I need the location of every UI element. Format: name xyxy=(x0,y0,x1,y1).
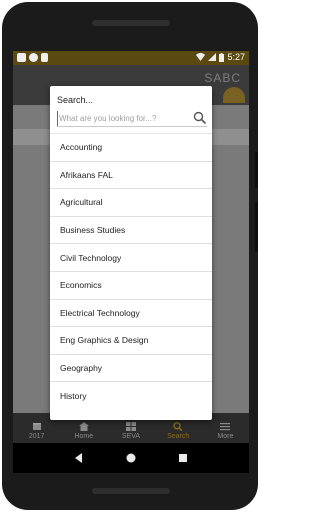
search-icon xyxy=(173,422,183,431)
search-icon[interactable] xyxy=(193,111,207,125)
search-input[interactable] xyxy=(57,111,187,126)
signal-icon xyxy=(208,53,217,61)
home-circle-icon[interactable] xyxy=(126,453,136,463)
notification-icons xyxy=(17,53,48,62)
screen: 5:27 SABC 2017 Home SEVA Search More Sea… xyxy=(13,51,249,473)
home-icon xyxy=(78,422,89,431)
search-row xyxy=(57,111,207,127)
grid-icon xyxy=(126,422,136,431)
back-icon[interactable] xyxy=(74,453,84,463)
wifi-icon xyxy=(196,53,206,61)
phone-frame: 5:27 SABC 2017 Home SEVA Search More Sea… xyxy=(2,2,258,510)
list-item-accounting[interactable]: Accounting xyxy=(50,133,212,161)
recents-icon[interactable] xyxy=(178,453,188,463)
sd-card-icon xyxy=(41,53,48,62)
status-indicators: 5:27 xyxy=(196,52,245,62)
clock: 5:27 xyxy=(227,52,245,62)
nav-label: Home xyxy=(74,433,94,440)
nav-label: Search xyxy=(167,433,190,440)
search-dialog: Search... Accounting Afrikaans FAL Agric… xyxy=(50,86,212,420)
power-button xyxy=(255,202,258,252)
list-item-agricultural[interactable]: Agricultural xyxy=(50,188,212,216)
menu-icon xyxy=(220,423,231,431)
volume-button xyxy=(255,152,258,188)
battery-icon xyxy=(219,52,225,62)
speaker-bottom xyxy=(92,488,170,494)
list-item-geography[interactable]: Geography xyxy=(50,353,212,382)
list-item-economics[interactable]: Economics xyxy=(50,270,212,299)
logo-emblem-icon xyxy=(223,87,245,103)
list-item-civil-technology[interactable]: Civil Technology xyxy=(50,243,212,271)
app-logo-text: SABC xyxy=(204,71,241,85)
list-item-electrical-technology[interactable]: Electrical Technology xyxy=(50,298,212,327)
app-notification-icon xyxy=(29,53,38,62)
image-notification-icon xyxy=(17,53,26,62)
speaker-top xyxy=(92,20,170,26)
calendar-icon xyxy=(32,423,41,430)
nav-label: SEVA xyxy=(121,433,141,440)
dialog-title: Search... xyxy=(57,95,94,105)
status-bar: 5:27 xyxy=(13,51,249,65)
nav-label: More xyxy=(217,433,234,440)
list-item-history[interactable]: History xyxy=(50,381,212,409)
list-item-afrikaans-fal[interactable]: Afrikaans FAL xyxy=(50,160,212,189)
nav-label: 2017 xyxy=(28,433,45,440)
list-item-business-studies[interactable]: Business Studies xyxy=(50,215,212,244)
system-navigation-bar xyxy=(13,443,249,473)
subject-list: Accounting Afrikaans FAL Agricultural Bu… xyxy=(50,133,212,409)
list-item-eng-graphics-design[interactable]: Eng Graphics & Design xyxy=(50,326,212,354)
